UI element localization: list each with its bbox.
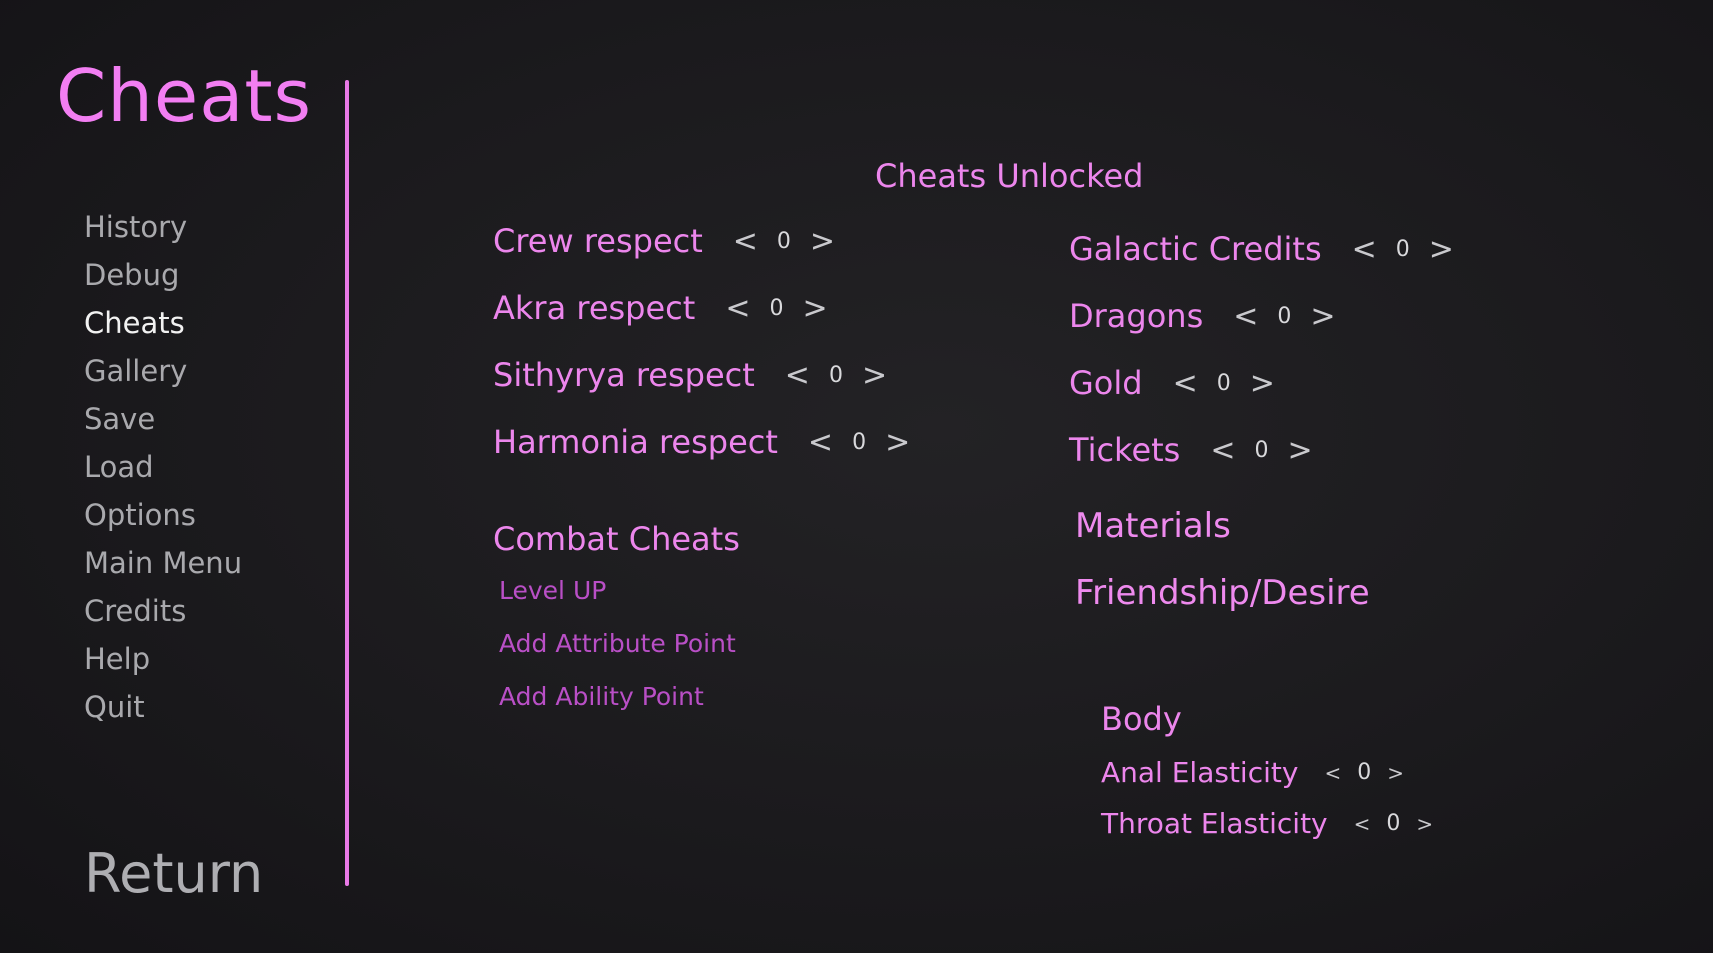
respect-label: Harmonia respect	[493, 423, 778, 461]
body-stat-row-throat-elasticity: Throat Elasticity < 0 >	[1101, 807, 1433, 840]
respect-row-harmonia: Harmonia respect < 0 >	[493, 423, 910, 461]
increment-arrow[interactable]: >	[885, 425, 910, 460]
decrement-arrow[interactable]: <	[1352, 232, 1377, 267]
decrement-arrow[interactable]: <	[1324, 761, 1341, 785]
screen-title: Cheats	[56, 54, 313, 138]
respect-value: 0	[769, 295, 784, 321]
respect-label: Akra respect	[493, 289, 696, 327]
body-stat-label: Anal Elasticity	[1101, 756, 1299, 789]
friendship-desire-link[interactable]: Friendship/Desire	[1075, 573, 1370, 613]
nav-item-history[interactable]: History	[84, 210, 187, 244]
level-up-button[interactable]: Level UP	[499, 576, 606, 605]
materials-link[interactable]: Materials	[1075, 506, 1231, 546]
nav-item-gallery[interactable]: Gallery	[84, 354, 187, 388]
body-stat-label: Throat Elasticity	[1101, 807, 1328, 840]
resource-value: 0	[1254, 437, 1269, 463]
nav-item-main-menu[interactable]: Main Menu	[84, 546, 242, 580]
increment-arrow[interactable]: >	[810, 224, 835, 259]
resource-value: 0	[1395, 236, 1410, 262]
respect-label: Crew respect	[493, 222, 703, 260]
decrement-arrow[interactable]: <	[1233, 299, 1258, 334]
resource-value: 0	[1277, 303, 1292, 329]
increment-arrow[interactable]: >	[862, 358, 887, 393]
resource-label: Galactic Credits	[1069, 230, 1322, 268]
add-ability-point-button[interactable]: Add Ability Point	[499, 682, 704, 711]
body-stat-value: 0	[1357, 760, 1372, 785]
increment-arrow[interactable]: >	[1416, 812, 1433, 836]
resource-label: Tickets	[1069, 431, 1181, 469]
nav-item-options[interactable]: Options	[84, 498, 196, 532]
nav-item-credits[interactable]: Credits	[84, 594, 186, 628]
resource-row-tickets: Tickets < 0 >	[1069, 431, 1313, 469]
section-title: Cheats Unlocked	[875, 157, 1144, 195]
decrement-arrow[interactable]: <	[808, 425, 833, 460]
resource-row-dragons: Dragons < 0 >	[1069, 297, 1336, 335]
sidebar-divider	[345, 80, 349, 886]
decrement-arrow[interactable]: <	[1354, 812, 1371, 836]
increment-arrow[interactable]: >	[1287, 433, 1312, 468]
respect-row-crew: Crew respect < 0 >	[493, 222, 835, 260]
combat-cheats-heading: Combat Cheats	[493, 520, 740, 558]
increment-arrow[interactable]: >	[1387, 761, 1404, 785]
decrement-arrow[interactable]: <	[733, 224, 758, 259]
respect-label: Sithyrya respect	[493, 356, 755, 394]
respect-value: 0	[776, 228, 791, 254]
resource-value: 0	[1216, 370, 1231, 396]
resource-row-galactic-credits: Galactic Credits < 0 >	[1069, 230, 1454, 268]
resource-row-gold: Gold < 0 >	[1069, 364, 1275, 402]
decrement-arrow[interactable]: <	[1173, 366, 1198, 401]
nav-item-save[interactable]: Save	[84, 402, 155, 436]
nav-item-load[interactable]: Load	[84, 450, 154, 484]
nav-item-help[interactable]: Help	[84, 642, 150, 676]
respect-row-akra: Akra respect < 0 >	[493, 289, 828, 327]
increment-arrow[interactable]: >	[1429, 232, 1454, 267]
resource-label: Dragons	[1069, 297, 1204, 335]
decrement-arrow[interactable]: <	[785, 358, 810, 393]
increment-arrow[interactable]: >	[802, 291, 827, 326]
body-heading: Body	[1101, 700, 1182, 738]
nav-item-debug[interactable]: Debug	[84, 258, 179, 292]
increment-arrow[interactable]: >	[1250, 366, 1275, 401]
body-stat-value: 0	[1386, 811, 1401, 836]
return-button[interactable]: Return	[84, 842, 263, 905]
decrement-arrow[interactable]: <	[725, 291, 750, 326]
nav-item-cheats[interactable]: Cheats	[84, 306, 185, 340]
add-attribute-point-button[interactable]: Add Attribute Point	[499, 629, 736, 658]
resource-label: Gold	[1069, 364, 1143, 402]
respect-value: 0	[852, 429, 867, 455]
increment-arrow[interactable]: >	[1310, 299, 1335, 334]
decrement-arrow[interactable]: <	[1210, 433, 1235, 468]
respect-value: 0	[828, 362, 843, 388]
body-stat-row-anal-elasticity: Anal Elasticity < 0 >	[1101, 756, 1404, 789]
respect-row-sithyrya: Sithyrya respect < 0 >	[493, 356, 887, 394]
nav-item-quit[interactable]: Quit	[84, 690, 145, 724]
